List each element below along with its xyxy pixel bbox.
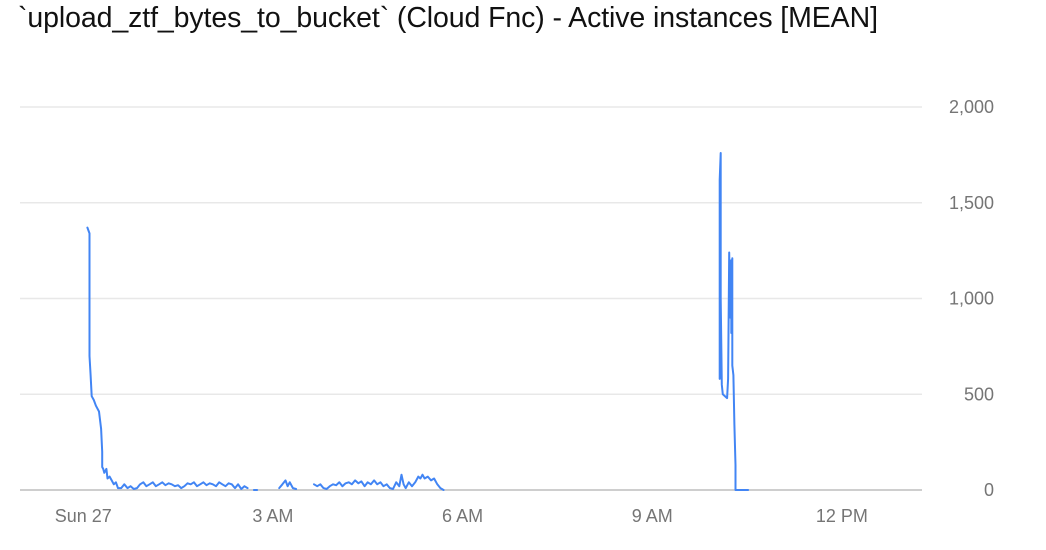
series-line-segment — [278, 479, 298, 490]
series-line-segment — [313, 473, 445, 491]
x-tick-label: 6 AM — [442, 506, 483, 526]
y-axis-ticks: 0 500 1,000 1,500 2,000 — [949, 97, 994, 500]
x-tick-label: 12 PM — [816, 506, 868, 526]
x-axis-ticks: Sun 27 3 AM 6 AM 9 AM 12 PM — [55, 506, 868, 526]
series-line-segment — [86, 226, 249, 490]
line-chart: 0 500 1,000 1,500 2,000 Sun 27 3 AM 6 AM 9 AM 12… — [20, 97, 994, 526]
y-tick-label: 0 — [984, 480, 994, 500]
series-lines — [86, 152, 750, 491]
x-tick-label: 9 AM — [632, 506, 673, 526]
y-tick-label: 1,500 — [949, 193, 994, 213]
y-tick-label: 2,000 — [949, 97, 994, 117]
y-tick-label: 500 — [964, 384, 994, 404]
x-tick-label: 3 AM — [252, 506, 293, 526]
gridlines — [20, 106, 922, 491]
x-tick-label: Sun 27 — [55, 506, 112, 526]
y-tick-label: 1,000 — [949, 289, 994, 309]
series-line-segment — [718, 152, 750, 491]
